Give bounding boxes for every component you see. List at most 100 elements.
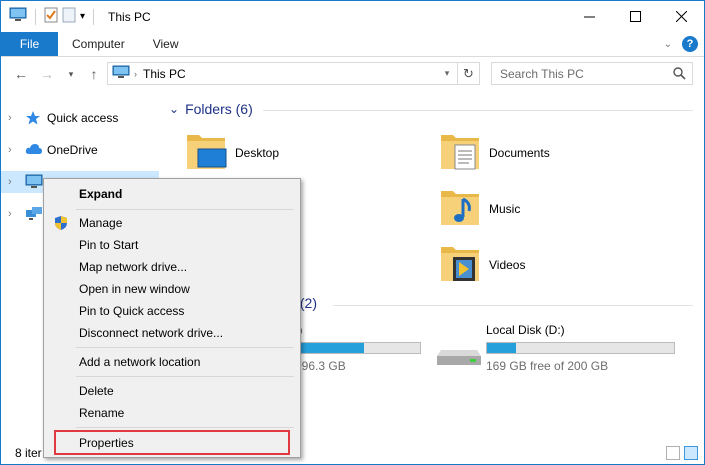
nav-item-onedrive[interactable]: › OneDrive [1, 139, 159, 161]
folder-label: Documents [489, 145, 550, 160]
drive-usage-fill [487, 343, 516, 353]
folder-tile-documents[interactable]: Documents [439, 131, 550, 174]
drive-usage-bar [295, 342, 421, 354]
menu-item-disconnect-network-drive[interactable]: Disconnect network drive... [46, 322, 298, 344]
toolbar-divider [93, 8, 95, 25]
address-row: ← → ▾ ↑ › This PC ▾ ↻ Search This PC [1, 58, 704, 90]
forward-arrow-icon[interactable]: → [37, 63, 57, 85]
drive-d-icon [437, 344, 481, 369]
file-explorer-window: ▾ This PC File Computer View ⌄ ? ← → ▾ ↑… [0, 0, 705, 465]
tab-view[interactable]: View [139, 32, 193, 56]
menu-separator [76, 209, 294, 210]
nav-item-quick-access[interactable]: › Quick access [1, 107, 159, 129]
view-toggle [666, 446, 698, 460]
menu-item-label: Delete [79, 384, 114, 398]
network-icon [25, 206, 43, 224]
expand-chevron-icon[interactable]: › [8, 208, 12, 220]
drive-usage-fill [296, 343, 365, 353]
expand-chevron-icon[interactable]: › [8, 176, 12, 188]
folder-tile-videos[interactable]: Videos [439, 243, 525, 286]
star-icon [25, 110, 41, 129]
breadcrumb-separator-icon[interactable]: › [134, 69, 137, 79]
menu-item-pin-to-quick-access[interactable]: Pin to Quick access [46, 300, 298, 322]
collapse-chevron-icon[interactable]: ⌄ [169, 102, 179, 116]
address-path[interactable]: This PC [143, 67, 186, 81]
group-divider [263, 110, 693, 111]
expand-ribbon-chevron-icon[interactable]: ⌄ [664, 39, 672, 50]
music-folder-icon [439, 187, 481, 230]
nav-item-label: OneDrive [47, 143, 98, 157]
minimize-button[interactable] [566, 1, 612, 32]
menu-item-label: Pin to Start [79, 238, 139, 252]
recent-locations-chevron-icon[interactable]: ▾ [61, 63, 81, 85]
back-arrow-icon[interactable]: ← [11, 63, 31, 85]
address-history-chevron-icon[interactable]: ▾ [439, 63, 455, 84]
folders-group-title: Folders (6) [185, 101, 253, 117]
documents-folder-icon [439, 131, 481, 174]
search-input[interactable]: Search This PC [491, 62, 693, 85]
computer-icon [25, 174, 43, 192]
videos-folder-icon [439, 243, 481, 286]
menu-item-label: Add a network location [79, 355, 201, 369]
title-bar: ▾ This PC [1, 1, 704, 32]
menu-separator [76, 347, 294, 348]
menu-separator [76, 427, 294, 428]
tab-file[interactable]: File [1, 32, 58, 56]
close-button[interactable] [658, 1, 704, 32]
drive-usage-bar [486, 342, 675, 354]
menu-item-expand[interactable]: Expand [46, 183, 298, 205]
search-placeholder: Search This PC [500, 66, 584, 81]
folder-label: Music [489, 201, 521, 216]
folder-tile-music[interactable]: Music [439, 187, 520, 230]
menu-item-label: Map network drive... [79, 260, 188, 274]
folders-group-header[interactable]: ⌄ Folders (6) [169, 101, 253, 117]
menu-item-pin-to-start[interactable]: Pin to Start [46, 234, 298, 256]
drive-tile-d[interactable]: Local Disk (D:) 169 GB free of 200 GB [486, 323, 676, 373]
menu-item-map-network-drive[interactable]: Map network drive... [46, 256, 298, 278]
menu-item-rename[interactable]: Rename [46, 402, 298, 424]
toolbar-divider [35, 8, 36, 25]
computer-icon [112, 65, 130, 82]
drive-free-space: f 96.3 GB [295, 359, 346, 373]
maximize-button[interactable] [612, 1, 658, 32]
group-divider [333, 305, 693, 306]
menu-item-open-in-new-window[interactable]: Open in new window [46, 278, 298, 300]
ribbon-right-controls: ⌄ ? [664, 36, 698, 52]
expand-chevron-icon[interactable]: › [8, 112, 12, 124]
properties-checklist-icon[interactable] [44, 7, 58, 26]
context-menu: Expand Manage Pin to Start Map network d… [43, 178, 301, 458]
folder-label: Videos [489, 257, 526, 272]
refresh-icon[interactable]: ↻ [457, 63, 479, 84]
folder-label: Desktop [235, 145, 280, 160]
menu-item-delete[interactable]: Delete [46, 380, 298, 402]
menu-item-add-network-location[interactable]: Add a network location [46, 351, 298, 373]
computer-icon [9, 7, 27, 26]
customize-toolbar-chevron-icon[interactable]: ▾ [80, 11, 85, 22]
window-title: This PC [108, 9, 151, 24]
tiles-view-icon[interactable] [684, 446, 698, 460]
menu-item-properties[interactable]: Properties [54, 430, 290, 455]
help-icon[interactable]: ? [682, 36, 698, 52]
menu-item-label: Expand [79, 187, 123, 201]
details-view-icon[interactable] [666, 446, 680, 460]
address-bar[interactable]: › This PC ▾ ↻ [107, 62, 480, 85]
new-folder-icon[interactable] [62, 7, 76, 26]
up-arrow-icon[interactable]: ↑ [84, 63, 104, 85]
menu-item-label: Pin to Quick access [79, 304, 185, 318]
quick-access-toolbar: ▾ This PC [1, 1, 151, 32]
item-count: 8 iter [15, 446, 42, 460]
shield-icon [54, 215, 68, 234]
drive-tile-c[interactable]: :) f 96.3 GB [295, 323, 421, 373]
desktop-folder-icon [185, 131, 227, 174]
folder-tile-desktop[interactable]: Desktop [185, 131, 279, 174]
menu-item-label: Rename [79, 406, 125, 420]
nav-item-label: Quick access [47, 111, 119, 125]
menu-item-label: Disconnect network drive... [79, 326, 224, 340]
menu-item-label: Manage [79, 216, 123, 230]
window-controls [566, 1, 704, 32]
expand-chevron-icon[interactable]: › [8, 144, 12, 156]
menu-item-manage[interactable]: Manage [46, 212, 298, 234]
menu-item-label: Properties [79, 435, 134, 450]
search-icon[interactable] [673, 67, 686, 83]
tab-computer[interactable]: Computer [58, 32, 139, 56]
